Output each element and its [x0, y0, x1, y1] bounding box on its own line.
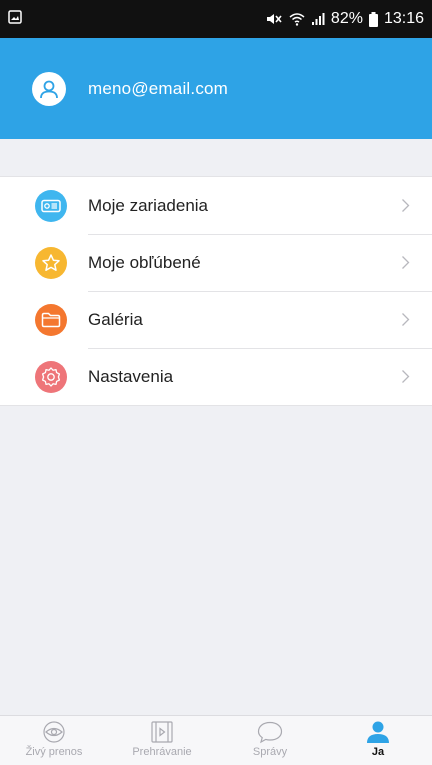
- mute-icon: [265, 12, 283, 26]
- menu-item-devices[interactable]: Moje zariadenia: [0, 177, 432, 234]
- signal-icon: [311, 12, 325, 26]
- tab-live[interactable]: Živý prenos: [0, 716, 108, 765]
- menu-item-label: Moje obľúbené: [88, 252, 201, 272]
- menu-list: Moje zariadenia Moje obľúbené Galéria Na…: [0, 176, 432, 406]
- tab-label: Prehrávanie: [132, 746, 192, 758]
- menu-item-label: Moje zariadenia: [88, 195, 209, 215]
- profile-header[interactable]: meno@email.com: [0, 38, 432, 139]
- chevron-right-icon: [402, 313, 410, 326]
- device-icon: [35, 189, 67, 222]
- folder-icon: [35, 303, 67, 336]
- menu-item-label: Nastavenia: [88, 366, 174, 386]
- avatar[interactable]: [32, 71, 66, 106]
- eye-icon: [43, 721, 65, 743]
- chat-bubble-icon: [257, 721, 283, 744]
- status-left: [8, 9, 22, 29]
- clock: 13:16: [383, 10, 424, 27]
- user-icon: [40, 80, 58, 98]
- wifi-icon: [289, 12, 305, 26]
- battery-percent: 82%: [330, 10, 363, 27]
- tab-label: Správy: [252, 746, 288, 758]
- playback-icon: [151, 721, 173, 743]
- gear-icon: [35, 360, 67, 393]
- menu-item-gallery[interactable]: Galéria: [0, 291, 432, 348]
- status-bar: 82% 13:16: [0, 0, 432, 38]
- menu-item-settings[interactable]: Nastavenia: [0, 348, 432, 405]
- star-icon: [35, 246, 67, 279]
- tab-playback[interactable]: Prehrávanie: [108, 716, 216, 765]
- chevron-right-icon: [402, 256, 410, 269]
- battery-icon: [368, 11, 378, 27]
- account-email: meno@email.com: [88, 78, 229, 98]
- chevron-right-icon: [402, 370, 410, 383]
- menu-item-label: Galéria: [88, 309, 143, 329]
- tab-messages[interactable]: Správy: [216, 716, 324, 765]
- person-icon: [367, 721, 389, 743]
- tab-me[interactable]: Ja: [324, 716, 432, 765]
- bottom-tab-bar: Živý prenos Prehrávanie Správy Ja: [0, 715, 432, 765]
- status-right: 82% 13:16: [265, 10, 424, 28]
- chevron-right-icon: [402, 199, 410, 212]
- tab-label: Ja: [371, 746, 385, 758]
- menu-item-favorites[interactable]: Moje obľúbené: [0, 234, 432, 291]
- tab-label: Živý prenos: [25, 746, 83, 758]
- gallery-notification-icon: [8, 9, 22, 29]
